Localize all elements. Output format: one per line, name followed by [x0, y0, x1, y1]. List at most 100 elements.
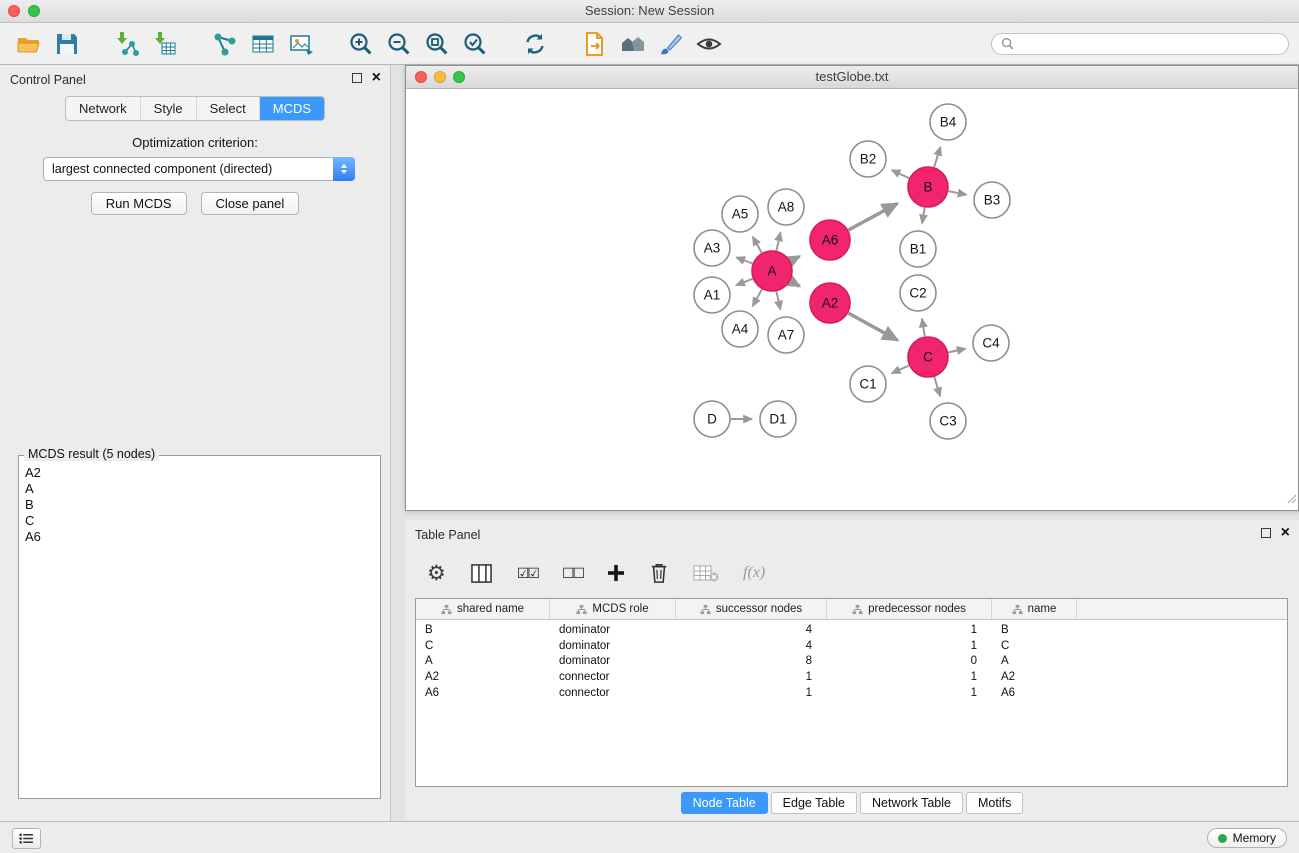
edge-C-C1[interactable]	[892, 366, 909, 374]
float-table-panel-icon[interactable]	[1261, 528, 1271, 538]
zoom-out-button[interactable]	[384, 29, 414, 59]
edge-A-A2[interactable]	[790, 281, 799, 286]
tab-mcds[interactable]: MCDS	[260, 97, 324, 120]
node-D1[interactable]: D1	[760, 401, 796, 437]
edge-A-A3[interactable]	[736, 257, 752, 263]
node-C4[interactable]: C4	[973, 325, 1009, 361]
node-A2[interactable]: A2	[810, 283, 850, 323]
close-panel-icon[interactable]: ×	[372, 73, 381, 83]
open-report-button[interactable]	[580, 29, 610, 59]
table-row[interactable]: Bdominator41B	[416, 622, 1287, 638]
result-item[interactable]: A6	[23, 529, 376, 545]
node-A6[interactable]: A6	[810, 220, 850, 260]
open-session-button[interactable]	[14, 29, 44, 59]
network-minimize-button[interactable]	[434, 71, 446, 83]
tab-network-table[interactable]: Network Table	[860, 792, 963, 814]
edge-A-A1[interactable]	[736, 279, 752, 286]
edge-C-C4[interactable]	[949, 349, 966, 353]
node-C3[interactable]: C3	[930, 403, 966, 439]
column-header-name[interactable]: name	[992, 599, 1077, 619]
run-mcds-button[interactable]: Run MCDS	[91, 192, 187, 215]
node-A3[interactable]: A3	[694, 230, 730, 266]
edge-C-C3[interactable]	[934, 377, 940, 396]
deselect-all-icon[interactable]: ☐☐	[562, 565, 583, 582]
node-B4[interactable]: B4	[930, 104, 966, 140]
edge-A-A7[interactable]	[777, 292, 781, 310]
zoom-fit-button[interactable]	[422, 29, 452, 59]
import-table-button[interactable]	[150, 29, 180, 59]
node-A1[interactable]: A1	[694, 277, 730, 313]
column-header-predecessor-nodes[interactable]: predecessor nodes	[827, 599, 992, 619]
table-row[interactable]: A6connector11A6	[416, 685, 1287, 701]
table-row[interactable]: Adominator80A	[416, 654, 1287, 670]
close-window-button[interactable]	[8, 5, 20, 17]
show-details-button[interactable]	[694, 29, 724, 59]
memory-button[interactable]: Memory	[1207, 828, 1287, 848]
node-B1[interactable]: B1	[900, 231, 936, 267]
select-all-icon[interactable]: ☑☑	[517, 565, 538, 582]
zoom-window-button[interactable]	[28, 5, 40, 17]
tab-select[interactable]: Select	[197, 97, 260, 120]
column-header-shared-name[interactable]: shared name	[416, 599, 550, 619]
node-A7[interactable]: A7	[768, 317, 804, 353]
function-builder-icon[interactable]: f(x)	[743, 564, 765, 582]
network-window-titlebar[interactable]: testGlobe.txt	[406, 66, 1298, 89]
column-chooser-icon[interactable]	[470, 563, 493, 584]
node-C2[interactable]: C2	[900, 275, 936, 311]
edge-B-B2[interactable]	[892, 170, 909, 178]
node-C1[interactable]: C1	[850, 366, 886, 402]
edge-C-C2[interactable]	[922, 319, 925, 337]
tab-style[interactable]: Style	[141, 97, 197, 120]
edge-B-B3[interactable]	[949, 191, 967, 195]
node-B[interactable]: B	[908, 167, 948, 207]
edge-B-B4[interactable]	[934, 147, 940, 167]
panel-menu-button[interactable]	[12, 828, 41, 849]
node-A5[interactable]: A5	[722, 196, 758, 232]
edge-A6-B[interactable]	[849, 204, 898, 231]
dropdown-stepper-icon[interactable]	[333, 157, 355, 181]
close-table-panel-icon[interactable]: ×	[1281, 528, 1290, 538]
tab-motifs[interactable]: Motifs	[966, 792, 1023, 814]
export-image-button[interactable]	[286, 29, 316, 59]
import-network-button[interactable]	[112, 29, 142, 59]
float-panel-icon[interactable]	[352, 73, 362, 83]
result-item[interactable]: A2	[23, 465, 376, 481]
network-close-button[interactable]	[415, 71, 427, 83]
node-D[interactable]: D	[694, 401, 730, 437]
column-header-MCDS-role[interactable]: MCDS role	[550, 599, 676, 619]
delete-table-icon[interactable]	[693, 563, 719, 583]
close-panel-button[interactable]: Close panel	[201, 192, 300, 215]
result-item[interactable]: B	[23, 497, 376, 513]
node-A8[interactable]: A8	[768, 189, 804, 225]
edge-B-B1[interactable]	[922, 208, 925, 224]
delete-column-icon[interactable]	[649, 562, 669, 584]
node-C[interactable]: C	[908, 337, 948, 377]
resize-grip[interactable]	[1287, 491, 1297, 509]
node-B2[interactable]: B2	[850, 141, 886, 177]
edge-A-A5[interactable]	[753, 237, 762, 253]
edge-A-A6[interactable]	[791, 256, 800, 261]
style-button[interactable]	[656, 29, 686, 59]
table-settings-icon[interactable]: ⚙	[427, 563, 446, 584]
search-field[interactable]	[991, 33, 1289, 55]
add-column-icon[interactable]	[607, 564, 625, 582]
result-item[interactable]: C	[23, 513, 376, 529]
save-session-button[interactable]	[52, 29, 82, 59]
network-zoom-button[interactable]	[453, 71, 465, 83]
search-input[interactable]	[1020, 36, 1279, 52]
new-table-button[interactable]	[248, 29, 278, 59]
result-item[interactable]: A	[23, 481, 376, 497]
edge-A-A4[interactable]	[753, 289, 762, 306]
edge-A2-C[interactable]	[848, 313, 897, 340]
table-row[interactable]: Cdominator41C	[416, 638, 1287, 654]
zoom-selected-button[interactable]	[460, 29, 490, 59]
node-A[interactable]: A	[752, 251, 792, 291]
network-canvas[interactable]: B4 B2 B B3 A5 A8A6 B1 A3 A C2 A1 A2 A4 A7 C C4 C1 C3 D D1	[406, 89, 1298, 510]
node-A4[interactable]: A4	[722, 311, 758, 347]
refresh-button[interactable]	[520, 29, 550, 59]
tab-node-table[interactable]: Node Table	[681, 792, 768, 814]
tab-network[interactable]: Network	[66, 97, 141, 120]
tab-edge-table[interactable]: Edge Table	[771, 792, 857, 814]
table-row[interactable]: A2connector11A2	[416, 669, 1287, 685]
node-B3[interactable]: B3	[974, 182, 1010, 218]
